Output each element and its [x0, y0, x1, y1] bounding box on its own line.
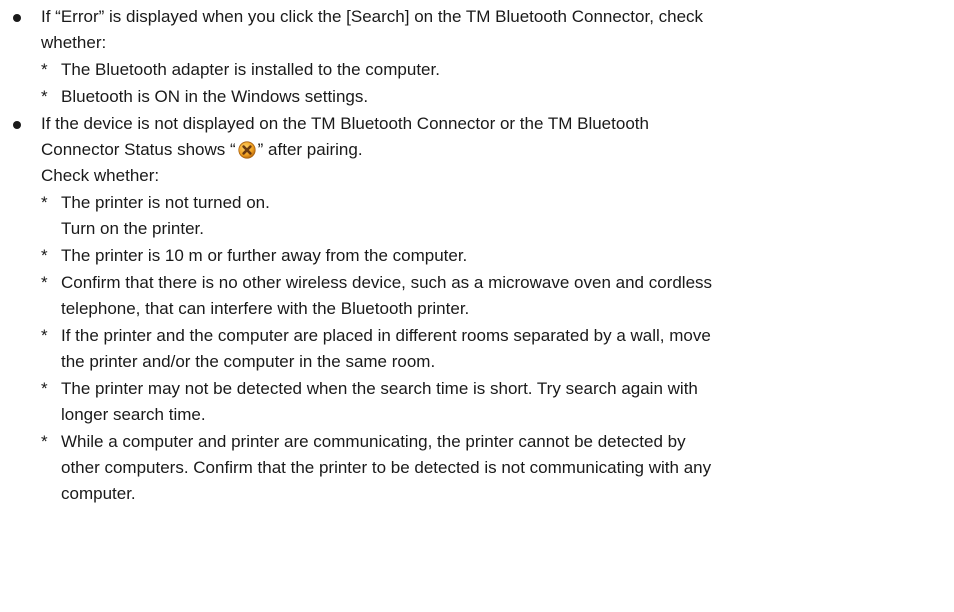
check-item-text: The Bluetooth adapter is installed to th…	[61, 60, 440, 79]
troubleshooting-list: If “Error” is displayed when you click t…	[0, 4, 954, 507]
bullet-text-line: whether:	[41, 33, 107, 52]
check-item: * While a computer and printer are commu…	[41, 429, 921, 507]
check-item: * Confirm that there is no other wireles…	[41, 270, 921, 322]
check-item: * The printer may not be detected when t…	[41, 376, 921, 428]
check-item-text: Bluetooth is ON in the Windows settings.	[61, 87, 369, 106]
check-item-text: Turn on the printer.	[61, 219, 205, 238]
text-before-icon: Connector Status shows “	[41, 140, 236, 159]
check-item-text: the printer and/or the computer in the s…	[61, 352, 436, 371]
check-item-text: other computers. Confirm that the printe…	[61, 458, 712, 477]
bullet-text-line: If “Error” is displayed when you click t…	[41, 7, 704, 26]
item-marker: *	[41, 87, 48, 106]
bullet-device-not-displayed: If the device is not displayed on the TM…	[0, 111, 921, 507]
check-item: * The printer is not turned on. Turn on …	[41, 190, 921, 242]
check-item: * Bluetooth is ON in the Windows setting…	[41, 84, 921, 110]
item-marker: *	[41, 193, 48, 212]
bullet-text-line: Check whether:	[41, 166, 160, 185]
item-marker: *	[41, 326, 48, 345]
bullet-text-line-with-icon: Connector Status shows “ ” after pairing…	[41, 137, 921, 163]
check-item-text: The printer is not turned on.	[61, 193, 270, 212]
check-item-text: computer.	[61, 484, 136, 503]
check-item-text: While a computer and printer are communi…	[61, 432, 686, 451]
bullet-dot	[13, 14, 21, 22]
check-item-text: The printer is 10 m or further away from…	[61, 246, 468, 265]
check-item-text: If the printer and the computer are plac…	[61, 326, 711, 345]
text-after-icon: ” after pairing.	[257, 140, 363, 159]
check-item: * If the printer and the computer are pl…	[41, 323, 921, 375]
check-item: * The Bluetooth adapter is installed to …	[41, 57, 921, 83]
check-item: * The printer is 10 m or further away fr…	[41, 243, 921, 269]
item-marker: *	[41, 60, 48, 79]
item-marker: *	[41, 273, 48, 292]
check-item-text: longer search time.	[61, 405, 206, 424]
item-marker: *	[41, 432, 48, 451]
check-item-text: The printer may not be detected when the…	[61, 379, 698, 398]
bullet-search-error: If “Error” is displayed when you click t…	[0, 4, 921, 110]
error-status-icon	[238, 141, 256, 159]
check-item-text: telephone, that can interfere with the B…	[61, 299, 470, 318]
item-marker: *	[41, 379, 48, 398]
bullet-text-line: If the device is not displayed on the TM…	[41, 114, 649, 133]
check-item-text: Confirm that there is no other wireless …	[61, 273, 713, 292]
bullet-dot	[13, 121, 21, 129]
item-marker: *	[41, 246, 48, 265]
